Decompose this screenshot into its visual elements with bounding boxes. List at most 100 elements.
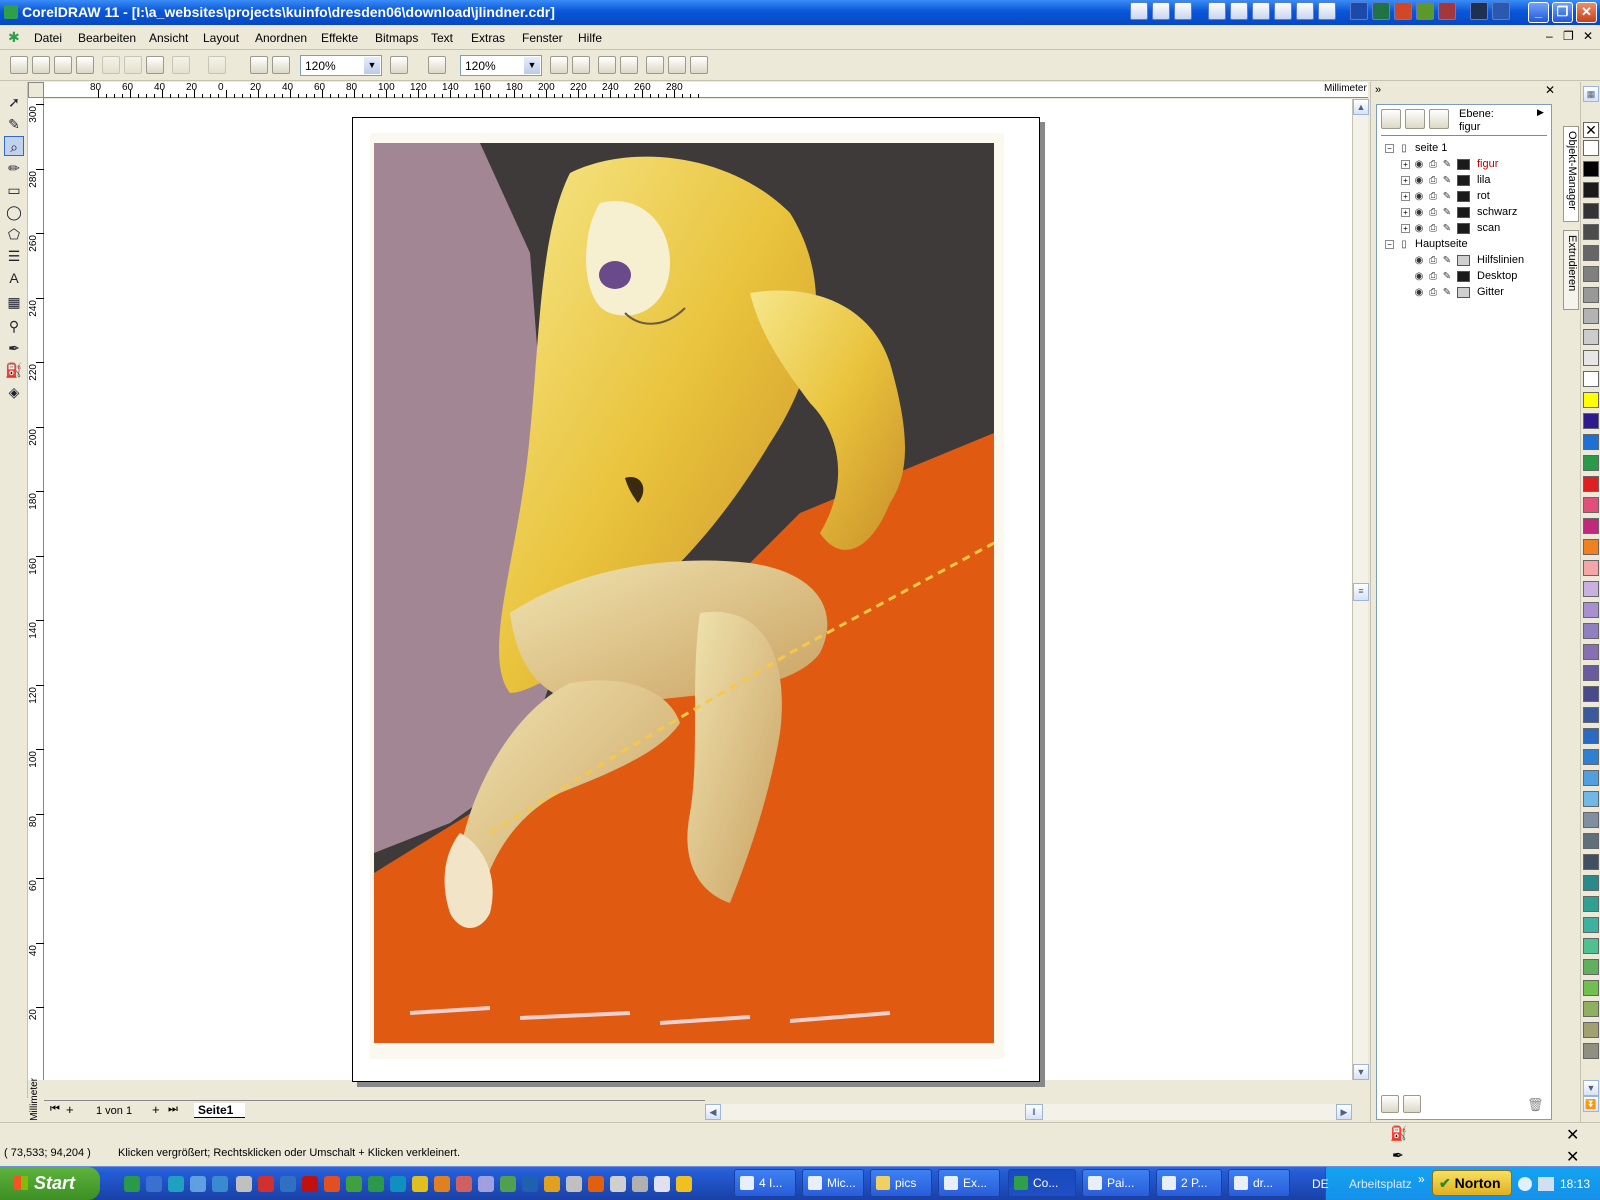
menu-anordnen[interactable]: Anordnen	[255, 31, 307, 45]
palette-swatch[interactable]	[1583, 833, 1599, 849]
expand-icon[interactable]: +	[1401, 176, 1410, 185]
expand-icon[interactable]: +	[1401, 192, 1410, 201]
task-icon[interactable]	[1252, 2, 1270, 20]
eye-icon[interactable]: ◉	[1413, 159, 1425, 170]
tree-layer-node[interactable]: ◉ ⎙ ✎ Hilfslinien	[1377, 253, 1553, 269]
palette-swatch[interactable]	[1583, 350, 1599, 366]
taskbar-task-pics[interactable]: pics	[870, 1169, 932, 1197]
pencil-icon[interactable]: ✎	[1441, 207, 1453, 218]
quicklaunch-icon[interactable]	[632, 1176, 648, 1192]
palette-swatch[interactable]	[1583, 392, 1599, 408]
layer-color-swatch[interactable]	[1457, 223, 1470, 234]
text-tool-icon[interactable]: A	[4, 268, 24, 288]
publisher-icon[interactable]	[1416, 2, 1434, 20]
palette-swatch[interactable]	[1583, 497, 1599, 513]
quicklaunch-icon[interactable]	[522, 1176, 538, 1192]
scroll-thumb[interactable]: ≡	[1353, 583, 1369, 601]
polygon-tool-icon[interactable]: ⬠	[4, 224, 24, 244]
save-button[interactable]	[54, 56, 72, 74]
pencil-icon[interactable]: ✎	[1441, 287, 1453, 298]
quicklaunch-icon[interactable]	[390, 1176, 406, 1192]
quicklaunch-icon[interactable]	[324, 1176, 340, 1192]
palette-swatch[interactable]	[1583, 728, 1599, 744]
tree-layer-node[interactable]: + ◉ ⎙ ✎ lila	[1377, 173, 1553, 189]
tree-layer-node[interactable]: + ◉ ⎙ ✎ rot	[1377, 189, 1553, 205]
pencil-icon[interactable]: ✎	[1441, 255, 1453, 266]
doc-minimize-button[interactable]: –	[1546, 29, 1553, 43]
add-page-button[interactable]: +	[66, 1102, 74, 1117]
quicklaunch-icon[interactable]	[566, 1176, 582, 1192]
pencil-icon[interactable]: ✎	[1441, 223, 1453, 234]
printer-icon[interactable]: ⎙	[1427, 159, 1439, 170]
quicklaunch-icon[interactable]	[258, 1176, 274, 1192]
eye-icon[interactable]: ◉	[1413, 271, 1425, 282]
palette-swatch[interactable]	[1583, 140, 1599, 156]
paste-button[interactable]	[146, 56, 164, 74]
palette-swatch[interactable]	[1583, 602, 1599, 618]
palette-swatch[interactable]	[1583, 749, 1599, 765]
taskbar-task-microsoft[interactable]: Mic...	[802, 1169, 864, 1197]
artwork-figure[interactable]	[370, 133, 1004, 1059]
quicklaunch-icon[interactable]	[280, 1176, 296, 1192]
layer-color-swatch[interactable]	[1457, 175, 1470, 186]
quicklaunch-icon[interactable]	[1152, 2, 1170, 20]
palette-swatch[interactable]	[1583, 938, 1599, 954]
quicklaunch-icon[interactable]	[1174, 2, 1192, 20]
vertical-ruler[interactable]: Millimeter 300 280 260 240 220 200 180 160 140 12…	[28, 98, 44, 1121]
docker-close-button[interactable]: ✕	[1545, 83, 1555, 97]
expand-icon[interactable]: +	[1401, 224, 1410, 233]
taskbar-task-ie[interactable]: 4 I...	[734, 1169, 796, 1197]
quicklaunch-icon[interactable]	[146, 1176, 162, 1192]
no-color-swatch[interactable]: ✕	[1583, 122, 1599, 138]
printer-icon[interactable]: ⎙	[1427, 191, 1439, 202]
eye-icon[interactable]: ◉	[1413, 287, 1425, 298]
expand-icon[interactable]: +	[1401, 160, 1410, 169]
journal-icon[interactable]	[1296, 2, 1314, 20]
palette-scroll-end-button[interactable]: ⏬	[1583, 1096, 1599, 1112]
quicklaunch-icon[interactable]	[654, 1176, 670, 1192]
quicklaunch-icon[interactable]	[610, 1176, 626, 1192]
palette-swatch[interactable]	[1583, 539, 1599, 555]
zoom-all-button[interactable]	[620, 56, 638, 74]
palette-swatch[interactable]	[1583, 1022, 1599, 1038]
tree-layer-node[interactable]: ◉ ⎙ ✎ Desktop	[1377, 269, 1553, 285]
printer-icon[interactable]: ⎙	[1427, 223, 1439, 234]
palette-swatch[interactable]	[1583, 245, 1599, 261]
quicklaunch-icon[interactable]	[124, 1176, 140, 1192]
zoom-width-button[interactable]	[668, 56, 686, 74]
palette-swatch[interactable]	[1583, 287, 1599, 303]
palette-swatch[interactable]	[1583, 182, 1599, 198]
freehand-tool-icon[interactable]: ✏	[4, 158, 24, 178]
close-button[interactable]: ✕	[1576, 2, 1597, 23]
flyout-arrow-icon[interactable]: ▶	[1537, 107, 1544, 118]
show-properties-button[interactable]	[1381, 109, 1401, 129]
printer-icon[interactable]: ⎙	[1427, 207, 1439, 218]
quicklaunch-icon[interactable]	[168, 1176, 184, 1192]
tree-layer-node[interactable]: + ◉ ⎙ ✎ scan	[1377, 221, 1553, 237]
printer-icon[interactable]: ⎙	[1427, 255, 1439, 266]
menu-extras[interactable]: Extras	[471, 31, 505, 45]
palette-swatch[interactable]	[1583, 980, 1599, 996]
open-button[interactable]	[32, 56, 50, 74]
scroll-thumb[interactable]: ‖	[1025, 1104, 1043, 1120]
add-page-after-button[interactable]: +	[152, 1102, 160, 1117]
palette-swatch[interactable]	[1583, 161, 1599, 177]
undo-button[interactable]	[172, 56, 190, 74]
copy-button[interactable]	[124, 56, 142, 74]
doc-restore-button[interactable]: ❐	[1563, 29, 1574, 43]
eye-icon[interactable]: ◉	[1413, 175, 1425, 186]
chevron-right-icon[interactable]: »	[1418, 1172, 1425, 1186]
palette-swatch[interactable]	[1583, 959, 1599, 975]
palette-swatch[interactable]	[1583, 707, 1599, 723]
zoom-level-select[interactable]: 120% ▼	[300, 55, 382, 76]
quicklaunch-icon[interactable]	[1130, 2, 1148, 20]
tray-icon[interactable]	[1518, 1177, 1532, 1191]
corel-app-icon[interactable]	[4, 5, 18, 19]
tab-extrudieren[interactable]: Extrudieren	[1563, 230, 1579, 310]
menu-bearbeiten[interactable]: Bearbeiten	[78, 31, 136, 45]
layer-color-swatch[interactable]	[1457, 191, 1470, 202]
title-bar[interactable]: CorelDRAW 11 - [I:\a_websites\projects\k…	[0, 0, 1600, 25]
cut-button[interactable]	[102, 56, 120, 74]
word-icon[interactable]	[1350, 2, 1368, 20]
language-indicator[interactable]: DE	[1312, 1177, 1329, 1191]
